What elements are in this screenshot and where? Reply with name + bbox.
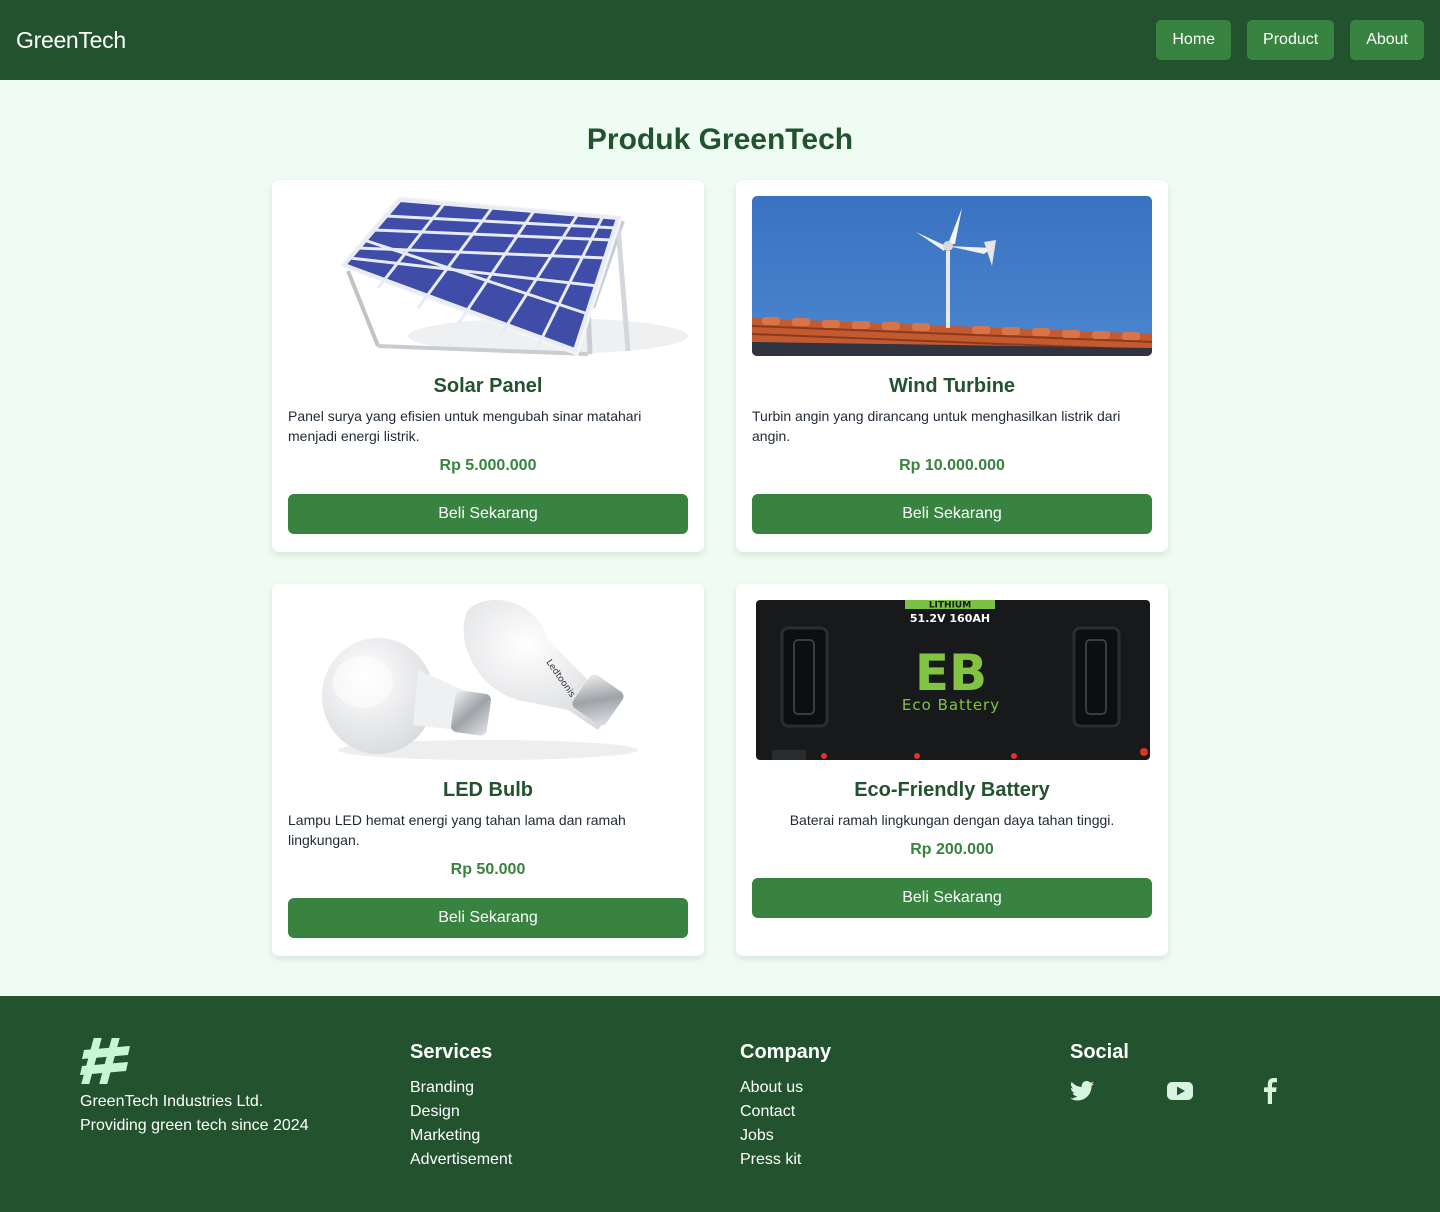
nav-home-button[interactable]: Home [1156, 20, 1232, 60]
buy-now-button[interactable]: Beli Sekarang [752, 878, 1152, 918]
product-description: Baterai ramah lingkungan dengan daya tah… [789, 812, 1115, 828]
footer-link-contact[interactable]: Contact [740, 1100, 1070, 1124]
battery-logo: EB [915, 644, 987, 702]
eco-battery-image: LITHIUM 51.2V 160AH EB Eco Battery [752, 600, 1152, 760]
footer-company-name: GreenTech Industries Ltd. [80, 1093, 264, 1110]
footer-services-heading: Services [410, 1041, 493, 1063]
navbar: GreenTech Home Product About [0, 0, 1440, 80]
youtube-icon[interactable] [1166, 1076, 1264, 1106]
footer-link-design[interactable]: Design [410, 1100, 740, 1124]
product-price: Rp 50.000 [450, 861, 526, 878]
footer-link-about-us[interactable]: About us [740, 1076, 1070, 1100]
footer-social-column: Social [1070, 1036, 1360, 1212]
footer-link-press-kit[interactable]: Press kit [740, 1148, 1070, 1172]
footer-link-branding[interactable]: Branding [410, 1076, 740, 1100]
footer-link-marketing[interactable]: Marketing [410, 1124, 740, 1148]
footer-link-jobs[interactable]: Jobs [740, 1124, 1070, 1148]
main-content: Produk GreenTech Solar Panel Panel surya… [0, 80, 1440, 996]
battery-lithium-label: LITHIUM [929, 601, 971, 611]
product-card-led-bulb: Ledtoonis LED Bulb Lampu LED hemat energ… [272, 584, 704, 956]
social-icons [1070, 1076, 1360, 1106]
product-name: Wind Turbine [888, 375, 1016, 397]
page-title: Produk GreenTech [586, 123, 854, 156]
product-card-solar-panel: Solar Panel Panel surya yang efisien unt… [272, 180, 704, 552]
led-bulb-image: Ledtoonis [288, 600, 688, 760]
buy-now-button[interactable]: Beli Sekarang [288, 898, 688, 938]
facebook-icon[interactable] [1263, 1076, 1360, 1106]
footer-company-heading: Company [740, 1041, 832, 1063]
battery-spec-label: 51.2V 160AH [910, 612, 990, 625]
footer-link-advertisement[interactable]: Advertisement [410, 1148, 740, 1172]
solar-panel-image [288, 196, 688, 356]
product-description: Panel surya yang efisien untuk mengubah … [288, 408, 642, 444]
product-name: Solar Panel [433, 375, 543, 397]
twitter-icon[interactable] [1070, 1076, 1167, 1106]
product-name: Eco-Friendly Battery [854, 779, 1050, 801]
buy-now-button[interactable]: Beli Sekarang [752, 494, 1152, 534]
product-grid: Solar Panel Panel surya yang efisien unt… [272, 180, 1168, 956]
footer-social-heading: Social [1070, 1041, 1129, 1063]
footer: GreenTech Industries Ltd. Providing gree… [0, 996, 1440, 1212]
product-card-eco-battery: LITHIUM 51.2V 160AH EB Eco Battery Eco-F… [736, 584, 1168, 956]
nav-about-button[interactable]: About [1350, 20, 1424, 60]
product-price: Rp 10.000.000 [899, 457, 1005, 474]
nav-links: Home Product About [1156, 20, 1424, 60]
product-description: Turbin angin yang dirancang untuk mengha… [752, 408, 1121, 444]
brand-logo-text[interactable]: GreenTech [16, 27, 126, 54]
product-description: Lampu LED hemat energi yang tahan lama d… [288, 812, 626, 848]
wind-turbine-image [752, 196, 1152, 356]
nav-product-button[interactable]: Product [1247, 20, 1335, 60]
footer-services-column: Services Branding Design Marketing Adver… [410, 1036, 740, 1212]
product-price: Rp 200.000 [910, 841, 994, 858]
footer-company-column: Company About us Contact Jobs Press kit [740, 1036, 1070, 1212]
hashtag-logo-icon [80, 1038, 130, 1084]
product-name: LED Bulb [443, 779, 533, 801]
product-card-wind-turbine: Wind Turbine Turbin angin yang dirancang… [736, 180, 1168, 552]
footer-tagline: Providing green tech since 2024 [80, 1117, 309, 1134]
buy-now-button[interactable]: Beli Sekarang [288, 494, 688, 534]
product-price: Rp 5.000.000 [439, 457, 537, 474]
footer-brand-column: GreenTech Industries Ltd. Providing gree… [80, 1036, 410, 1212]
battery-brand: Eco Battery [902, 696, 1000, 714]
